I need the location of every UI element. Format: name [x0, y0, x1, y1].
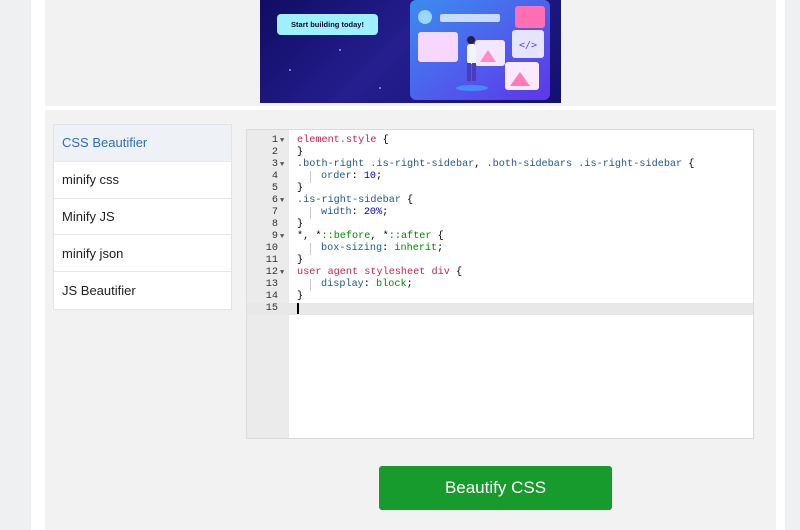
code-text: user agent stylesheet div {: [297, 267, 463, 278]
code-text: }: [297, 147, 304, 158]
code-line[interactable]: 11}: [247, 255, 753, 267]
code-line[interactable]: 3 ▼ .both-right .is-right-sidebar, .both-s…: [247, 159, 753, 171]
code-text: }: [297, 291, 304, 302]
code-line[interactable]: 6 ▼ .is-right-sidebar {: [247, 195, 753, 207]
code-text: element.style {: [297, 135, 389, 146]
svg-text:</>: </>: [519, 40, 537, 51]
line-number: 6: [271, 195, 278, 206]
code-text: *, *::before, *::after {: [297, 231, 444, 242]
line-number: 4: [271, 171, 278, 182]
code-text: [297, 303, 299, 315]
code-line[interactable]: 9 ▼ *, *::before, *::after {: [247, 231, 753, 243]
line-number: 14: [265, 291, 278, 302]
beautify-css-button[interactable]: Beautify CSS: [379, 466, 612, 510]
line-number: 2: [271, 147, 278, 158]
start-building-badge[interactable]: Start building today!: [277, 14, 378, 35]
code-line[interactable]: 10 box-sizing: inherit;: [247, 243, 753, 255]
fold-arrow-icon[interactable]: ▼: [280, 159, 284, 171]
code-line[interactable]: 7 width: 20%;: [247, 207, 753, 219]
code-text: }: [297, 255, 304, 266]
sidebar-item-js-beautifier[interactable]: JS Beautifier: [54, 272, 231, 309]
line-number: 10: [265, 243, 278, 254]
code-text: }: [297, 219, 304, 230]
code-text: .is-right-sidebar {: [297, 195, 414, 206]
line-number: 11: [265, 255, 278, 266]
line-number: 8: [271, 219, 278, 230]
tool-panel: CSS Beautifier minify css Minify JS mini…: [45, 110, 776, 530]
line-number: 3: [271, 159, 278, 170]
sidebar-item-minify-json[interactable]: minify json: [54, 235, 231, 273]
fold-arrow-icon[interactable]: ▼: [280, 195, 284, 207]
code-line[interactable]: 14}: [247, 291, 753, 303]
code-line[interactable]: 8}: [247, 219, 753, 231]
line-number: 5: [271, 183, 278, 194]
indent-guide: [310, 279, 311, 291]
code-line[interactable]: 2}: [247, 147, 753, 159]
fold-arrow-icon[interactable]: ▼: [280, 231, 284, 243]
line-number: 13: [265, 279, 278, 290]
line-number: 15: [265, 303, 278, 314]
sidebar-item-minify-js[interactable]: Minify JS: [54, 199, 231, 236]
tool-sidebar: CSS Beautifier minify css Minify JS mini…: [53, 124, 232, 310]
code-line[interactable]: 12 ▼ user agent stylesheet div {: [247, 267, 753, 279]
page: </> Start building today! CSS Beautifier…: [31, 0, 785, 530]
code-line[interactable]: 5}: [247, 183, 753, 195]
code-text: }: [297, 183, 304, 194]
code-line[interactable]: 4 order: 10;: [247, 171, 753, 183]
indent-guide: [310, 207, 311, 219]
line-number: 9: [271, 231, 278, 242]
sidebar-item-minify-css[interactable]: minify css: [54, 162, 231, 199]
css-code-editor[interactable]: 1 ▼ element.style {2} 3 ▼ .both-right .is-rig…: [246, 129, 754, 439]
line-number: 1: [271, 135, 278, 146]
code-line[interactable]: 13 display: block;: [247, 279, 753, 291]
banner-area: </> Start building today!: [45, 0, 776, 106]
text-cursor: [297, 303, 299, 314]
code-text: box-sizing: inherit;: [297, 243, 443, 255]
sidebar-item-css-beautifier[interactable]: CSS Beautifier: [54, 125, 231, 162]
ad-banner[interactable]: </> Start building today!: [260, 0, 561, 103]
code-line[interactable]: 1 ▼ element.style {: [247, 135, 753, 147]
fold-arrow-icon[interactable]: ▼: [280, 267, 284, 279]
indent-guide: [310, 243, 311, 255]
code-text: width: 20%;: [297, 207, 388, 219]
code-text: order: 10;: [297, 171, 382, 183]
code-line[interactable]: 15: [247, 303, 753, 315]
indent-guide: [310, 171, 311, 183]
code-text: display: block;: [297, 279, 413, 291]
line-number: 12: [265, 267, 278, 278]
code-text: .both-right .is-right-sidebar, .both-sid…: [297, 159, 695, 170]
line-number: 7: [271, 207, 278, 218]
fold-arrow-icon[interactable]: ▼: [280, 135, 284, 147]
